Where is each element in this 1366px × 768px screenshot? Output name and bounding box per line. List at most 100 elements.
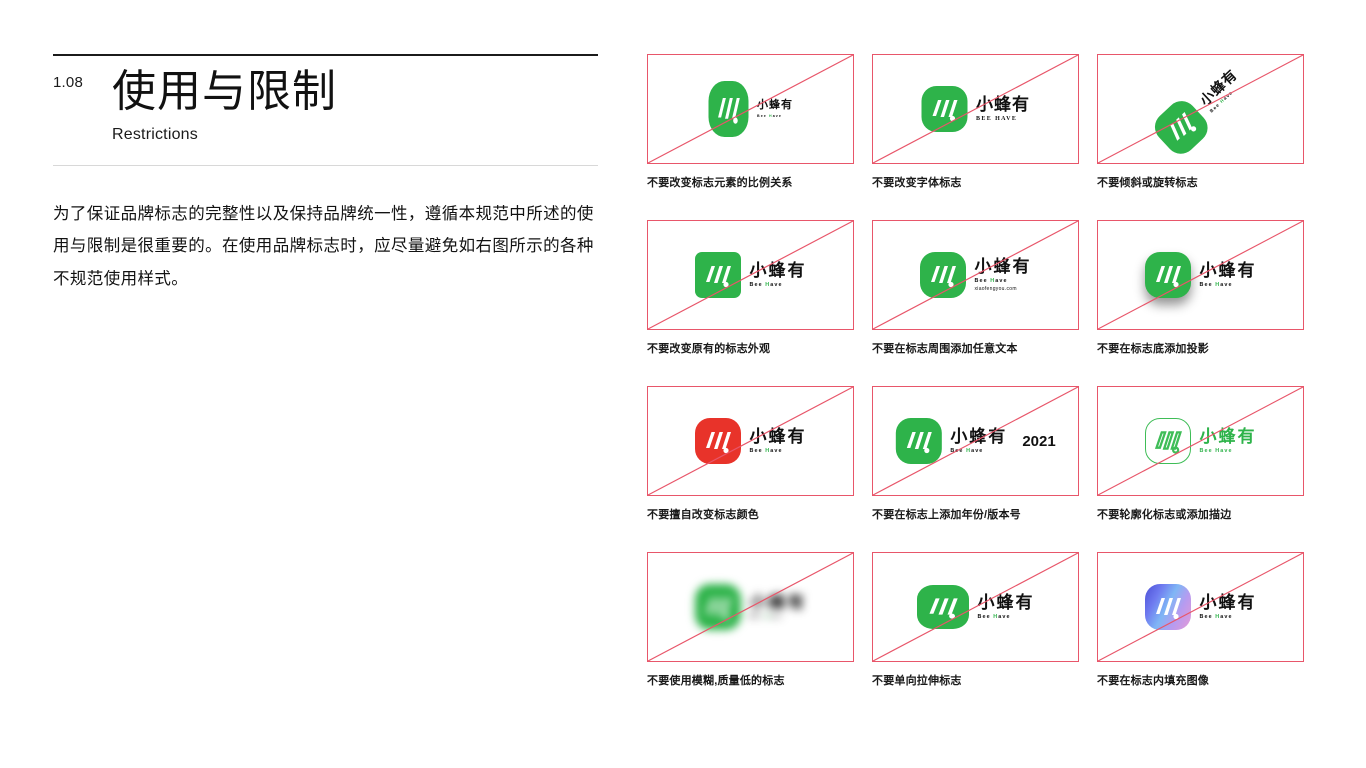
page-subtitle: Restrictions bbox=[112, 126, 198, 144]
restriction-card-year: 小蜂有 Bee Have 2021 不要在标志上添加年份/版本号 bbox=[872, 386, 1079, 522]
card-caption: 不要改变原有的标志外观 bbox=[647, 343, 771, 355]
wordmark-tagline: Bee Have bbox=[950, 448, 984, 455]
wordmark: 小蜂有 Bee Have bbox=[1199, 592, 1257, 621]
restriction-card-image-fill: 小蜂有 Bee Have 不要在标志内填充图像 bbox=[1097, 552, 1304, 688]
wordmark-cn: 小蜂有 bbox=[749, 426, 807, 446]
logo-lockup-blurred: 小蜂有 Bee Have bbox=[694, 584, 807, 630]
restriction-card-blur: 小蜂有 Bee Have 不要使用模糊,质量低的标志 bbox=[647, 552, 854, 688]
wordmark-tagline: Bee Have bbox=[1199, 448, 1233, 455]
logo-lockup-altered-shape: 小蜂有 Bee Have bbox=[694, 252, 807, 298]
wordmark-tagline: Bee Have bbox=[974, 278, 1008, 285]
logo-lockup-recolored: 小蜂有 Bee Have bbox=[694, 418, 807, 464]
year-badge: 2021 bbox=[1022, 432, 1056, 450]
logo-mark-icon bbox=[1144, 418, 1191, 464]
restriction-card-shape: 小蜂有 Bee Have 不要改变原有的标志外观 bbox=[647, 220, 854, 356]
example-frame: 小蜂有 Bee Have bbox=[647, 220, 854, 330]
example-frame: 小蜂有 BEE HAVE bbox=[872, 54, 1079, 164]
wordmark-cn: 小蜂有 bbox=[974, 256, 1032, 276]
wordmark: 小蜂有 Bee Have xiaofengyou.com bbox=[974, 256, 1032, 293]
wordmark-tagline: Bee Have bbox=[757, 114, 782, 119]
card-caption: 不要倾斜或旋转标志 bbox=[1097, 177, 1198, 189]
wordmark-cn: 小蜂有 bbox=[749, 592, 807, 612]
wordmark-tagline: Bee Have bbox=[1199, 282, 1233, 289]
logo-mark-icon bbox=[1144, 584, 1191, 630]
brand-guideline-page: 1.08 使用与限制 Restrictions 为了保证品牌标志的完整性以及保持… bbox=[0, 0, 1366, 768]
section-number: 1.08 bbox=[53, 74, 83, 91]
logo-lockup-altered-type: 小蜂有 BEE HAVE bbox=[921, 86, 1030, 132]
wordmark-tagline: Bee Have bbox=[749, 282, 783, 289]
body-paragraph: 为了保证品牌标志的完整性以及保持品牌统一性，遵循本规范中所述的使用与限制是很重要… bbox=[53, 205, 594, 288]
card-caption: 不要轮廓化标志或添加描边 bbox=[1097, 509, 1232, 521]
card-caption: 不要擅自改变标志颜色 bbox=[647, 509, 759, 521]
wordmark-cn: 小蜂有 bbox=[950, 426, 1008, 446]
bottom-divider bbox=[53, 165, 598, 167]
restriction-card-rotate: 小蜂有 Bee Have 不要倾斜或旋转标志 bbox=[1097, 54, 1304, 190]
wordmark: 小蜂有 Bee Have bbox=[757, 98, 793, 119]
restrictions-grid: 小蜂有 Bee Have 不要改变标志元素的比例关系 小蜂有 BEE HAVE … bbox=[647, 54, 1304, 688]
example-frame: 小蜂有 Bee Have bbox=[1097, 386, 1304, 496]
left-column: 1.08 使用与限制 Restrictions 为了保证品牌标志的完整性以及保持… bbox=[53, 54, 598, 295]
logo-mark-icon bbox=[694, 418, 741, 464]
wordmark-cn: 小蜂有 bbox=[1199, 426, 1257, 446]
restriction-card-extra-text: 小蜂有 Bee Have xiaofengyou.com 不要在标志周围添加任意… bbox=[872, 220, 1079, 356]
wordmark: 小蜂有 Bee Have bbox=[749, 260, 807, 289]
wordmark-cn: 小蜂有 bbox=[749, 260, 807, 280]
restriction-card-shadow: 小蜂有 Bee Have 不要在标志底添加投影 bbox=[1097, 220, 1304, 356]
logo-lockup-outlined: 小蜂有 Bee Have bbox=[1144, 418, 1257, 464]
logo-mark-icon bbox=[694, 584, 741, 630]
logo-lockup-distorted: 小蜂有 Bee Have bbox=[708, 81, 793, 137]
example-frame: 小蜂有 Bee Have bbox=[1097, 220, 1304, 330]
example-frame: 小蜂有 Bee Have bbox=[647, 386, 854, 496]
example-frame: 小蜂有 Bee Have bbox=[1097, 552, 1304, 662]
wordmark: 小蜂有 Bee Have bbox=[1196, 66, 1244, 114]
title-block: 1.08 使用与限制 Restrictions bbox=[53, 56, 598, 144]
card-caption: 不要改变字体标志 bbox=[872, 177, 962, 189]
logo-lockup-extra-text: 小蜂有 Bee Have xiaofengyou.com bbox=[919, 252, 1032, 298]
logo-mark-icon bbox=[916, 585, 969, 629]
logo-mark-icon bbox=[708, 81, 748, 137]
wordmark-tagline: Bee Have bbox=[977, 614, 1011, 621]
logo-mark-icon bbox=[921, 86, 967, 132]
card-caption: 不要在标志上添加年份/版本号 bbox=[872, 509, 1021, 521]
card-caption: 不要改变标志元素的比例关系 bbox=[647, 177, 793, 189]
wordmark-cn: 小蜂有 bbox=[1199, 592, 1257, 612]
wordmark-cn: 小蜂有 bbox=[1199, 260, 1257, 280]
card-caption: 不要单向拉伸标志 bbox=[872, 675, 962, 687]
logo-mark-icon bbox=[895, 418, 942, 464]
restriction-card-color: 小蜂有 Bee Have 不要擅自改变标志颜色 bbox=[647, 386, 854, 522]
logo-lockup-with-year: 小蜂有 Bee Have 2021 bbox=[895, 418, 1056, 464]
restriction-card-outline: 小蜂有 Bee Have 不要轮廓化标志或添加描边 bbox=[1097, 386, 1304, 522]
example-frame: 小蜂有 Bee Have xiaofengyou.com bbox=[872, 220, 1079, 330]
wordmark-tagline: Bee Have bbox=[749, 614, 783, 621]
wordmark-cn: 小蜂有 bbox=[976, 94, 1030, 114]
example-frame: 小蜂有 Bee Have 2021 bbox=[872, 386, 1079, 496]
logo-lockup-shadowed: 小蜂有 Bee Have bbox=[1144, 252, 1257, 298]
title-group: 使用与限制 Restrictions bbox=[112, 67, 337, 144]
wordmark-tagline-upper: BEE HAVE bbox=[976, 116, 1018, 123]
wordmark: 小蜂有 Bee Have bbox=[749, 426, 807, 455]
wordmark-cn: 小蜂有 bbox=[757, 98, 793, 111]
wordmark: 小蜂有 Bee Have bbox=[749, 592, 807, 621]
restriction-card-proportion: 小蜂有 Bee Have 不要改变标志元素的比例关系 bbox=[647, 54, 854, 190]
wordmark-tagline: Bee Have bbox=[749, 448, 783, 455]
logo-mark-icon bbox=[1144, 252, 1191, 298]
wordmark: 小蜂有 Bee Have bbox=[977, 592, 1035, 621]
logo-lockup-stretched: 小蜂有 Bee Have bbox=[916, 585, 1035, 629]
logo-mark-icon bbox=[919, 252, 966, 298]
wordmark-cn: 小蜂有 bbox=[977, 592, 1035, 612]
example-frame: 小蜂有 Bee Have bbox=[647, 552, 854, 662]
card-caption: 不要使用模糊,质量低的标志 bbox=[647, 675, 785, 687]
wordmark-url: xiaofengyou.com bbox=[974, 286, 1017, 293]
card-caption: 不要在标志周围添加任意文本 bbox=[872, 343, 1018, 355]
example-frame: 小蜂有 Bee Have bbox=[872, 552, 1079, 662]
wordmark: 小蜂有 Bee Have bbox=[1199, 426, 1257, 455]
example-frame: 小蜂有 Bee Have bbox=[1097, 54, 1304, 164]
restriction-card-typeface: 小蜂有 BEE HAVE 不要改变字体标志 bbox=[872, 54, 1079, 190]
card-caption: 不要在标志内填充图像 bbox=[1097, 675, 1209, 687]
wordmark: 小蜂有 Bee Have bbox=[950, 426, 1008, 455]
restriction-card-stretch: 小蜂有 Bee Have 不要单向拉伸标志 bbox=[872, 552, 1079, 688]
wordmark: 小蜂有 Bee Have bbox=[1199, 260, 1257, 289]
example-frame: 小蜂有 Bee Have bbox=[647, 54, 854, 164]
wordmark-tagline: Bee Have bbox=[1199, 614, 1233, 621]
card-caption: 不要在标志底添加投影 bbox=[1097, 343, 1209, 355]
